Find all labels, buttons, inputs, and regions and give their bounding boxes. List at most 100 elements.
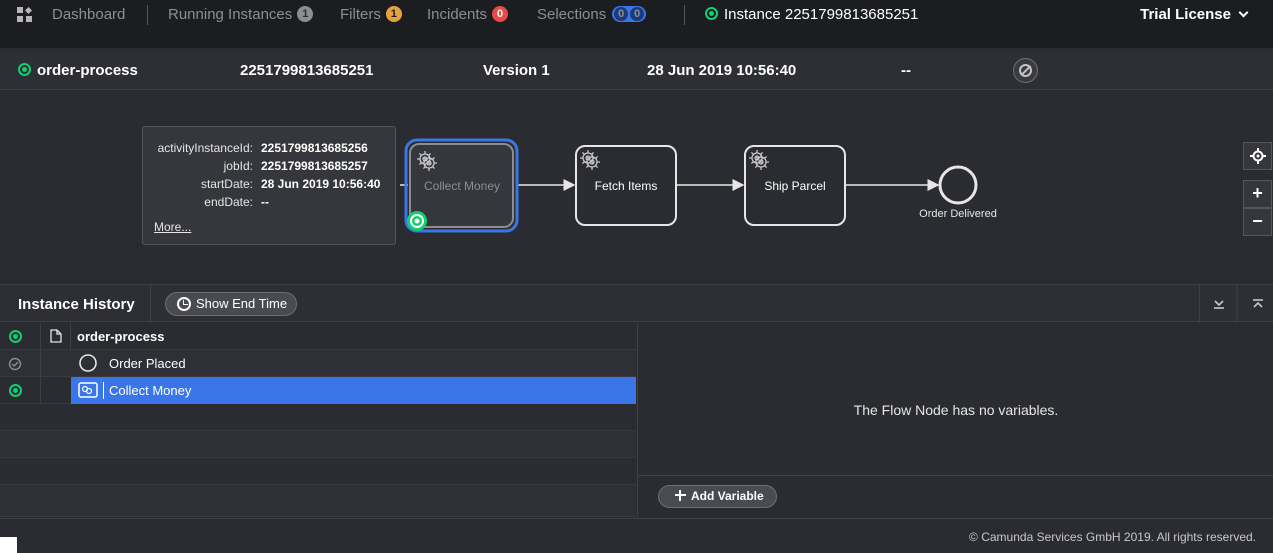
task-label: Collect Money — [424, 179, 500, 193]
service-task-icon — [78, 382, 98, 398]
tree-row[interactable]: order-process — [0, 323, 636, 350]
metadata-popover: activityInstanceId: 2251799813685256 jobI… — [142, 126, 396, 245]
instance-end-date: -- — [901, 62, 911, 79]
text-cursor — [103, 382, 104, 399]
popover-key: startDate: — [200, 177, 253, 191]
divider — [150, 285, 151, 323]
instance-history-tree: order-process Order Placed Collect Money — [0, 323, 636, 517]
task-label: Ship Parcel — [764, 179, 825, 193]
task-label: Fetch Items — [595, 179, 658, 193]
active-state-icon — [9, 330, 22, 343]
expand-up-icon[interactable] — [1253, 299, 1263, 308]
license-menu[interactable]: Trial License — [1140, 6, 1249, 23]
collapse-down-icon[interactable] — [1214, 300, 1224, 309]
show-end-time-button[interactable]: Show End Time — [165, 292, 297, 316]
running-count-badge: 1 — [297, 6, 314, 22]
selections-count-a: 0 — [614, 7, 629, 21]
instance-start-date: 28 Jun 2019 10:56:40 — [647, 62, 797, 79]
instance-process: order-process — [18, 62, 138, 79]
plus-icon — [675, 490, 686, 501]
tree-row-empty — [0, 404, 636, 431]
cancel-instance-button[interactable] — [1013, 58, 1038, 83]
tree-row-label: Collect Money — [109, 383, 192, 398]
nav-divider — [147, 5, 148, 25]
instance-active-icon — [18, 63, 31, 76]
popover-value: 2251799813685257 — [261, 159, 368, 173]
popover-value: -- — [261, 195, 269, 209]
popover-row: jobId: 2251799813685257 — [143, 159, 393, 175]
popover-row: startDate: 28 Jun 2019 10:56:40 — [143, 177, 393, 193]
tree-row[interactable]: Collect Money — [0, 377, 636, 404]
bpmn-diagram[interactable]: Collect Money Fetch Items Ship Parcel Or… — [0, 91, 1273, 284]
nav-selections-label: Selections — [537, 6, 607, 23]
panel-controls — [1199, 285, 1273, 323]
tree-row-empty — [0, 431, 636, 458]
zoom-out-button[interactable]: − — [1243, 208, 1272, 236]
popover-key: endDate: — [204, 195, 253, 209]
crosshair-icon — [1249, 148, 1266, 164]
popover-row: activityInstanceId: 2251799813685256 — [143, 141, 393, 157]
type-cell — [41, 350, 71, 376]
show-end-time-label: Show End Time — [196, 296, 288, 311]
state-cell — [0, 323, 41, 349]
chevron-down-icon — [1238, 7, 1249, 18]
start-event-icon — [79, 354, 97, 372]
type-cell — [41, 377, 71, 403]
clock-icon — [177, 297, 191, 311]
instance-summary-row: order-process 2251799813685251 Version 1… — [0, 52, 1273, 90]
type-cell — [41, 323, 71, 349]
license-label: Trial License — [1140, 6, 1231, 23]
popover-row: endDate: -- — [143, 195, 393, 211]
instance-history-header: Instance History Show End Time — [0, 284, 1273, 323]
nav-incidents[interactable]: Incidents 0 — [427, 6, 509, 23]
variables-footer: Add Variable — [638, 475, 1273, 517]
tree-row-label: order-process — [77, 329, 165, 344]
corner-widget — [0, 537, 17, 553]
instance-process-name: order-process — [37, 62, 138, 79]
nav-dashboard[interactable]: Dashboard — [52, 6, 125, 23]
end-event-order-delivered[interactable] — [938, 165, 978, 205]
tree-row-label: Order Placed — [109, 356, 186, 371]
nav-incidents-label: Incidents — [427, 6, 488, 23]
popover-value: 2251799813685256 — [261, 141, 368, 155]
document-icon — [50, 329, 62, 343]
variables-panel: The Flow Node has no variables. Add Vari… — [637, 323, 1273, 517]
incidents-count-badge: 0 — [492, 6, 509, 22]
nav-filters-label: Filters — [340, 6, 381, 23]
popover-value: 28 Jun 2019 10:56:40 — [261, 177, 381, 191]
nav-running-instances[interactable]: Running Instances 1 — [168, 6, 314, 23]
app-header: Dashboard Running Instances 1 Filters 1 In… — [0, 0, 1273, 48]
filters-count-badge: 1 — [385, 6, 402, 22]
completed-check-icon — [8, 357, 22, 371]
state-cell — [0, 350, 41, 376]
more-link[interactable]: More... — [154, 220, 191, 234]
popover-key: jobId: — [223, 159, 253, 173]
nav-selections[interactable]: Selections 0 0 — [537, 6, 647, 23]
copyright-text: © Camunda Services GmbH 2019. All rights… — [969, 530, 1256, 544]
tree-row-empty — [0, 458, 636, 485]
tree-row[interactable]: Order Placed — [0, 350, 636, 377]
tree-row-empty — [0, 485, 636, 517]
selections-count-b: 0 — [630, 7, 645, 21]
panel-controls-icons — [1214, 285, 1263, 323]
no-variables-message: The Flow Node has no variables. — [853, 402, 1059, 418]
nav-divider — [684, 5, 685, 25]
zoom-in-button[interactable]: + — [1243, 180, 1272, 208]
instance-version: Version 1 — [483, 62, 550, 79]
nav-instance[interactable]: Instance 2251799813685251 — [705, 6, 918, 23]
page-footer: © Camunda Services GmbH 2019. All rights… — [0, 518, 1273, 553]
add-variable-label: Add Variable — [691, 489, 764, 503]
selections-count-badge: 00 — [612, 6, 647, 22]
nav-running-instances-label: Running Instances — [168, 6, 293, 23]
instance-id: 2251799813685251 — [240, 62, 374, 79]
instance-active-icon — [705, 7, 718, 20]
nav-filters[interactable]: Filters 1 — [340, 6, 402, 23]
camunda-logo-icon[interactable] — [17, 7, 33, 23]
nav-instance-label: Instance 2251799813685251 — [724, 6, 919, 23]
reset-view-button[interactable] — [1243, 142, 1272, 170]
active-state-icon — [9, 384, 22, 397]
add-variable-button[interactable]: Add Variable — [658, 485, 777, 508]
state-cell — [0, 377, 41, 403]
end-event-label: Order Delivered — [919, 208, 997, 220]
instance-history-title: Instance History — [18, 296, 135, 313]
